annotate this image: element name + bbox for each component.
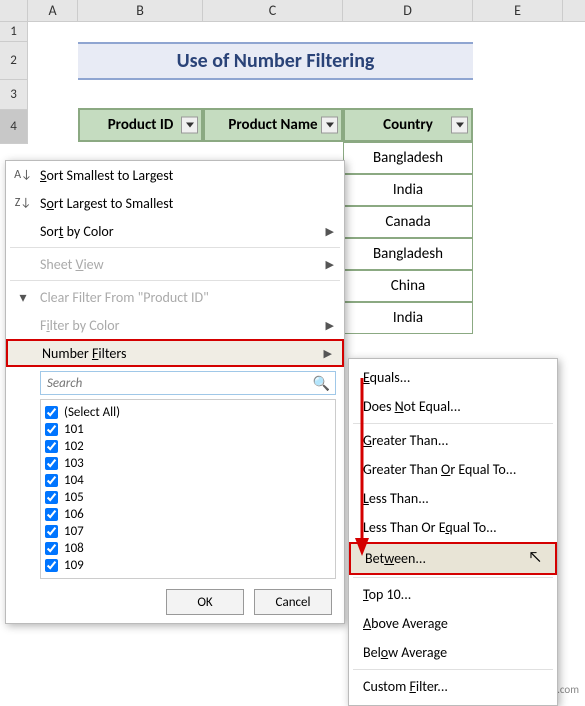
checkbox[interactable] — [45, 440, 58, 453]
header-product-name[interactable]: Product Name — [203, 108, 343, 142]
filter-by-color-item: Filter by Color ▶ — [6, 311, 344, 339]
table-header-row: Product ID Product Name Country — [78, 108, 473, 142]
checkbox[interactable] — [45, 525, 58, 538]
column-headers: A B C D E — [0, 0, 585, 22]
clear-filter-item: ▾ Clear Filter From "Product ID" — [6, 283, 344, 311]
menu-label: Filter by Color — [40, 317, 120, 334]
filter-value-item[interactable]: 102 — [45, 438, 331, 455]
number-filters-submenu: Equals... Does Not Equal... Greater Than… — [348, 358, 558, 706]
chevron-right-icon: ▶ — [326, 225, 334, 238]
checkbox[interactable] — [45, 559, 58, 572]
checkbox[interactable] — [45, 491, 58, 504]
filter-value-item[interactable]: 108 — [45, 540, 331, 557]
menu-label: Sheet View — [40, 256, 104, 273]
menu-label: Sort Largest to Smallest — [40, 195, 173, 212]
sort-desc-item[interactable]: Z↓ Sort Largest to Smallest — [6, 189, 344, 217]
chevron-right-icon: ▶ — [326, 258, 334, 271]
ok-button[interactable]: OK — [166, 589, 244, 615]
search-box: 🔍 — [40, 371, 336, 395]
table-cell[interactable]: Bangladesh — [343, 142, 473, 174]
mouse-cursor-icon: ↖ — [528, 548, 542, 567]
above-average-item[interactable]: Above Average — [349, 609, 557, 638]
table-cell[interactable]: China — [343, 270, 473, 302]
filter-value-item[interactable]: 103 — [45, 455, 331, 472]
greater-than-item[interactable]: Greater Than... — [349, 426, 557, 455]
header-label: Product Name — [228, 116, 317, 134]
filter-value-item[interactable]: 107 — [45, 523, 331, 540]
search-input[interactable] — [40, 371, 336, 395]
chevron-right-icon: ▶ — [324, 347, 332, 360]
not-equal-item[interactable]: Does Not Equal... — [349, 392, 557, 421]
sort-desc-icon: Z↓ — [14, 196, 32, 210]
equals-item[interactable]: Equals... — [349, 363, 557, 392]
col-header-B[interactable]: B — [78, 0, 203, 21]
separator — [10, 280, 340, 281]
number-filters-item[interactable]: Number Filters ▶ — [6, 339, 344, 367]
checkbox[interactable] — [45, 508, 58, 521]
clear-filter-icon: ▾ — [14, 289, 32, 306]
filter-value-item[interactable]: 101 — [45, 421, 331, 438]
col-header-D[interactable]: D — [343, 0, 473, 21]
menu-label: Number Filters — [42, 345, 126, 362]
header-country[interactable]: Country — [343, 108, 473, 142]
custom-filter-item[interactable]: Custom Filter... — [349, 672, 557, 701]
header-label: Country — [383, 116, 433, 134]
below-average-item[interactable]: Below Average — [349, 638, 557, 667]
table-cell[interactable]: Bangladesh — [343, 238, 473, 270]
col-header-A[interactable]: A — [28, 0, 78, 21]
separator — [10, 247, 340, 248]
cancel-button[interactable]: Cancel — [254, 589, 332, 615]
search-icon: 🔍 — [313, 375, 330, 392]
country-column: Bangladesh India Canada Bangladesh China… — [343, 142, 473, 334]
separator — [353, 577, 553, 578]
filter-value-item[interactable]: 104 — [45, 472, 331, 489]
menu-label: Clear Filter From "Product ID" — [40, 289, 209, 306]
filter-button-product-id[interactable] — [181, 117, 198, 134]
annotation-arrow — [352, 378, 372, 558]
filter-values-list[interactable]: (Select All) 101 102 103 104 105 106 107… — [40, 399, 336, 579]
separator — [353, 669, 553, 670]
select-all-checkbox[interactable]: (Select All) — [45, 404, 331, 421]
filter-value-item[interactable]: 106 — [45, 506, 331, 523]
filter-dropdown: A↓ Sort Smallest to Largest Z↓ Sort Larg… — [5, 160, 345, 624]
top-10-item[interactable]: Top 10... — [349, 580, 557, 609]
gte-item[interactable]: Greater Than Or Equal To... — [349, 455, 557, 484]
table-cell[interactable]: India — [343, 302, 473, 334]
checkbox[interactable] — [45, 542, 58, 555]
filter-value-item[interactable]: 105 — [45, 489, 331, 506]
checkbox[interactable] — [45, 474, 58, 487]
row-header-4[interactable]: 4 — [0, 110, 28, 144]
filter-button-product-name[interactable] — [321, 117, 338, 134]
filter-value-item[interactable]: 109 — [45, 557, 331, 574]
row-header-1[interactable]: 1 — [0, 22, 28, 42]
menu-label: Sort Smallest to Largest — [40, 167, 173, 184]
sheet-view-item: Sheet View ▶ — [6, 250, 344, 278]
sort-asc-item[interactable]: A↓ Sort Smallest to Largest — [6, 161, 344, 189]
col-header-E[interactable]: E — [473, 0, 563, 21]
page-title: Use of Number Filtering — [78, 42, 473, 80]
header-product-id[interactable]: Product ID — [78, 108, 203, 142]
checkbox[interactable] — [45, 457, 58, 470]
sort-asc-icon: A↓ — [14, 168, 32, 182]
row-header-3[interactable]: 3 — [0, 80, 28, 110]
filter-button-country[interactable] — [451, 117, 468, 134]
table-cell[interactable]: Canada — [343, 206, 473, 238]
less-than-item[interactable]: Less Than... — [349, 484, 557, 513]
dialog-buttons: OK Cancel — [6, 581, 344, 623]
sort-by-color-item[interactable]: Sort by Color ▶ — [6, 217, 344, 245]
col-header-C[interactable]: C — [203, 0, 343, 21]
lte-item[interactable]: Less Than Or Equal To... — [349, 513, 557, 542]
between-item[interactable]: Between... — [349, 542, 557, 575]
checkbox[interactable] — [45, 406, 58, 419]
select-all-corner[interactable] — [0, 0, 28, 21]
row-headers: 1 2 3 4 — [0, 22, 28, 144]
table-cell[interactable]: India — [343, 174, 473, 206]
row-header-2[interactable]: 2 — [0, 42, 28, 80]
checkbox[interactable] — [45, 423, 58, 436]
menu-label: Sort by Color — [40, 223, 114, 240]
chevron-right-icon: ▶ — [326, 319, 334, 332]
separator — [353, 423, 553, 424]
header-label: Product ID — [108, 116, 174, 134]
